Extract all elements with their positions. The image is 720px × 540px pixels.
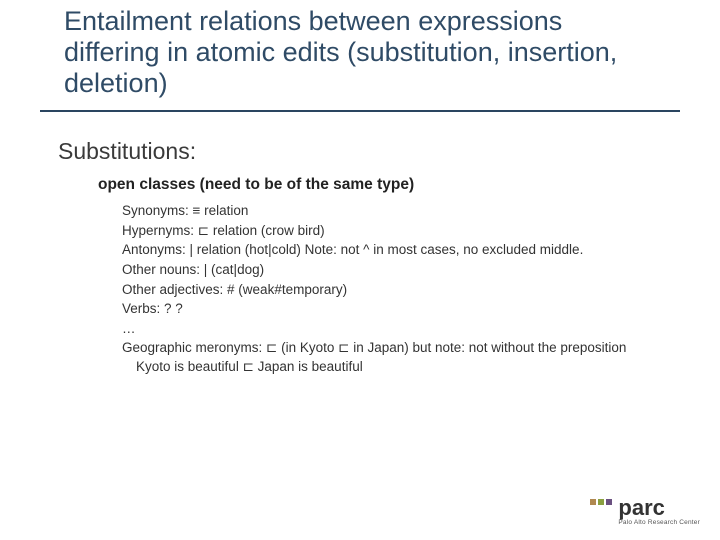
title-underline: [40, 110, 680, 112]
bullet-list: Synonyms: ≡ relation Hypernyms: ⊏ relati…: [122, 202, 662, 378]
list-item: Other adjectives: # (weak#temporary): [122, 281, 662, 300]
list-item: Hypernyms: ⊏ relation (crow bird): [122, 222, 662, 241]
logo-text: parc Palo Alto Research Center: [618, 497, 700, 527]
list-item: Geographic meronyms: ⊏ (in Kyoto ⊏ in Ja…: [122, 339, 662, 376]
slide: Entailment relations between expressions…: [0, 0, 720, 540]
slide-title: Entailment relations between expressions…: [64, 6, 664, 99]
title-block: Entailment relations between expressions…: [64, 6, 664, 99]
list-item: Verbs: ? ?: [122, 300, 662, 319]
logo-mark-icon: [590, 497, 612, 505]
logo-word: parc: [618, 497, 700, 519]
subsection-heading: open classes (need to be of the same typ…: [98, 176, 414, 194]
list-item: …: [122, 320, 662, 339]
parc-logo: parc Palo Alto Research Center: [590, 497, 700, 527]
list-item: Antonyms: | relation (hot|cold) Note: no…: [122, 241, 662, 260]
list-item: Other nouns: | (cat|dog): [122, 261, 662, 280]
section-heading: Substitutions:: [58, 138, 196, 165]
logo-subtitle: Palo Alto Research Center: [618, 520, 700, 527]
list-item: Synonyms: ≡ relation: [122, 202, 662, 221]
